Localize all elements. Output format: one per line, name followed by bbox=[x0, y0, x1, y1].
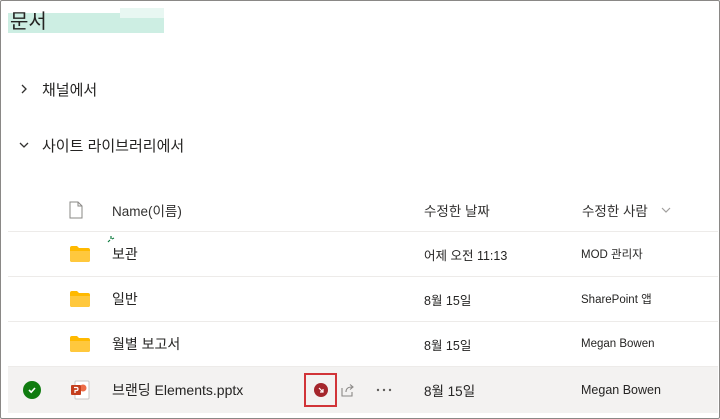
chevron-down-icon bbox=[661, 207, 671, 213]
title-badge bbox=[120, 8, 164, 18]
modified-date: 8월 15일 bbox=[424, 338, 472, 353]
share-button[interactable] bbox=[340, 367, 356, 413]
section-channel[interactable]: 채널에서 bbox=[18, 78, 97, 100]
download-icon bbox=[313, 383, 328, 397]
table-row[interactable]: 보관 어제 오전 11:13 MOD 관리자 bbox=[8, 232, 718, 277]
table-row[interactable]: 월별 보고서 8월 15일 Megan Bowen bbox=[8, 322, 718, 367]
column-header-modified-by[interactable]: 수정한 사람 bbox=[582, 188, 672, 231]
file-name[interactable]: 월별 보고서 bbox=[112, 322, 180, 366]
modified-by: MOD 관리자 bbox=[581, 249, 643, 261]
modified-by: Megan Bowen bbox=[581, 338, 655, 350]
column-header-modified-by-label: 수정한 사람 bbox=[582, 203, 648, 219]
list-header: Name(이름) 수정한 날짜 수정한 사람 bbox=[8, 188, 718, 232]
chevron-down-icon bbox=[19, 142, 29, 148]
folder-icon bbox=[70, 322, 90, 366]
checkmark-icon bbox=[23, 381, 41, 399]
modified-date: 8월 15일 bbox=[424, 293, 472, 308]
column-header-modified[interactable]: 수정한 날짜 bbox=[424, 188, 490, 231]
table-row[interactable]: 일반 8월 15일 SharePoint 앱 bbox=[8, 277, 718, 322]
row-select-checkbox[interactable] bbox=[23, 367, 41, 413]
document-icon bbox=[69, 201, 83, 218]
chevron-right-icon bbox=[21, 84, 27, 94]
powerpoint-icon bbox=[70, 367, 90, 413]
modified-date: 8월 15일 bbox=[424, 384, 476, 399]
file-name[interactable]: 보관 bbox=[112, 232, 138, 276]
column-header-name[interactable]: Name(이름) bbox=[112, 188, 182, 231]
folder-icon bbox=[70, 232, 90, 276]
page-title-area: 문서 bbox=[8, 8, 164, 34]
share-icon bbox=[341, 384, 354, 397]
file-type-header[interactable] bbox=[69, 188, 83, 231]
modified-by: SharePoint 앱 bbox=[581, 294, 652, 306]
modified-by: Megan Bowen bbox=[581, 383, 661, 397]
folder-icon bbox=[70, 277, 90, 321]
section-channel-label: 채널에서 bbox=[42, 81, 98, 99]
modified-date: 어제 오전 11:13 bbox=[424, 248, 508, 263]
more-options-button[interactable] bbox=[376, 367, 392, 413]
page-title: 문서 bbox=[10, 11, 47, 33]
file-name[interactable]: 브랜딩 Elements.pptx bbox=[112, 367, 243, 413]
section-site-library-label: 사이트 라이브러리에서 bbox=[42, 137, 185, 155]
table-row[interactable]: 브랜딩 Elements.pptx 8월 15일 Megan Bowen bbox=[8, 367, 718, 413]
file-name[interactable]: 일반 bbox=[112, 277, 138, 321]
section-site-library[interactable]: 사이트 라이브러리에서 bbox=[18, 134, 184, 156]
download-button-highlight[interactable] bbox=[304, 373, 337, 407]
more-icon bbox=[376, 388, 392, 392]
